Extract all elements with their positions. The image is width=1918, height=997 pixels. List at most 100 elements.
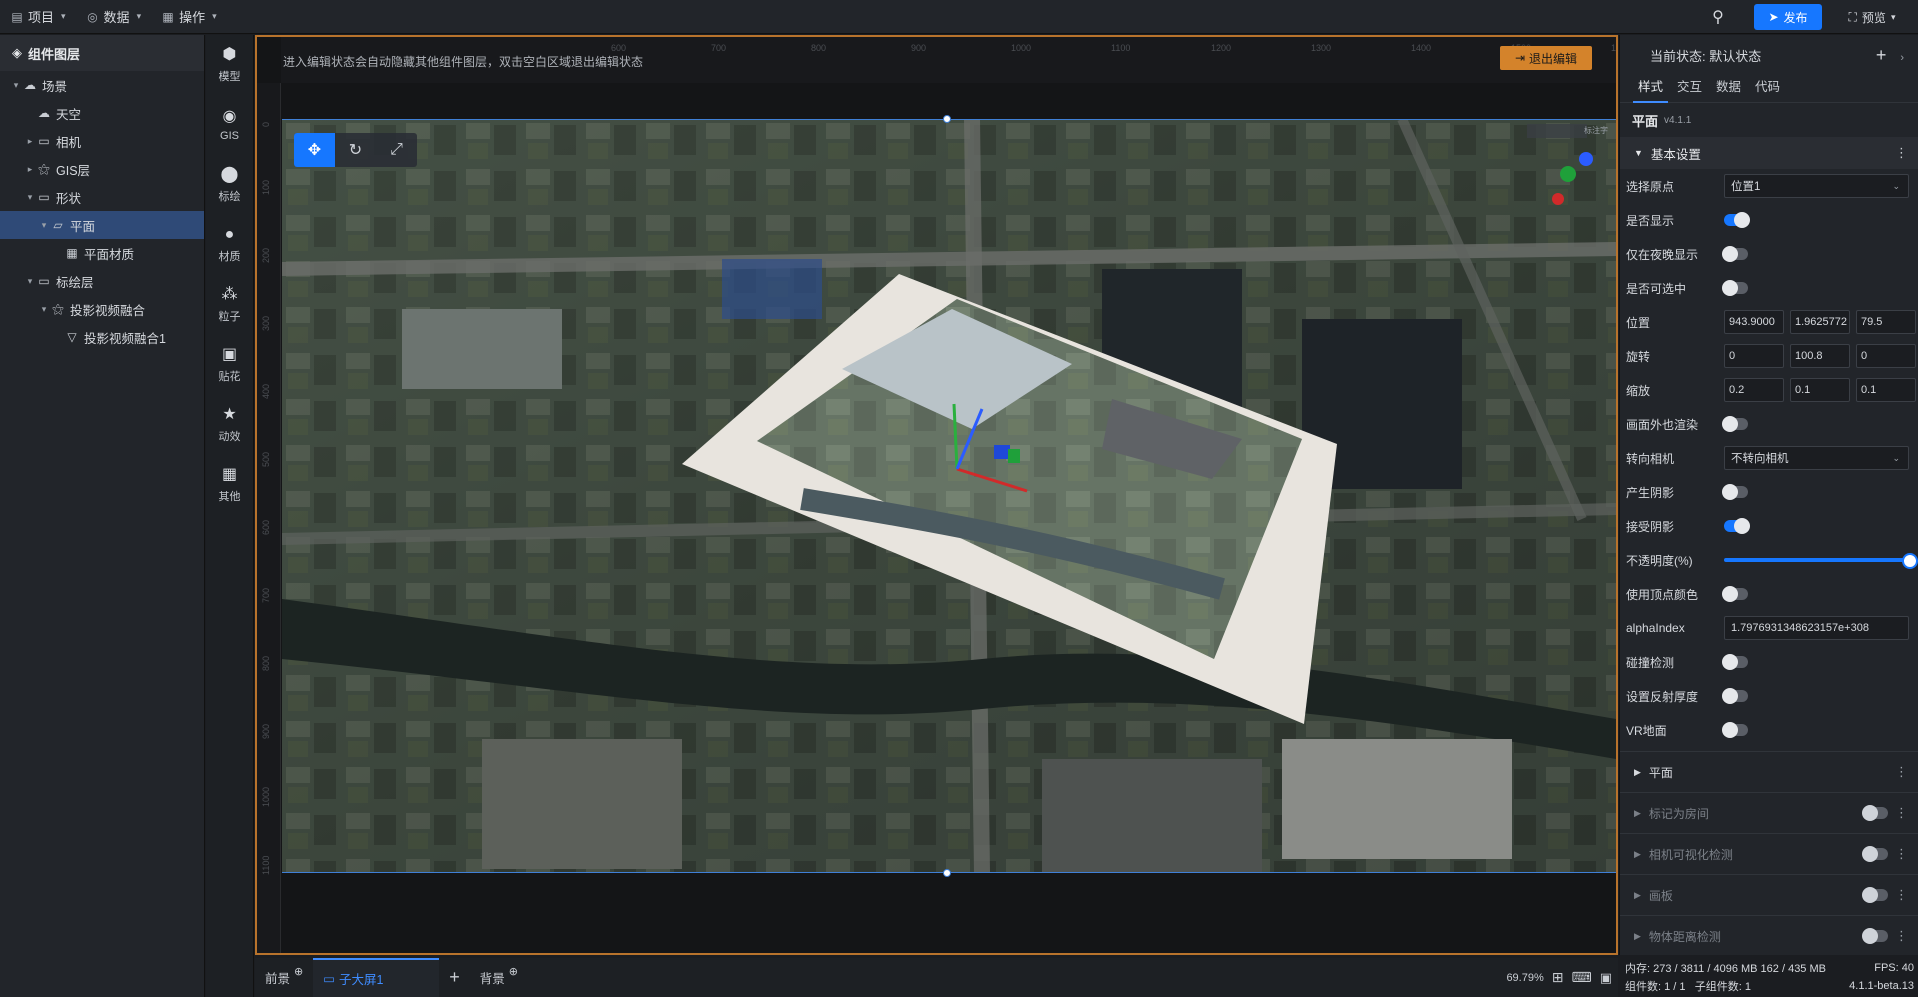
collapsed-section[interactable]: ▶ 平面 ⋮ [1620, 751, 1918, 792]
vertex-color-toggle[interactable] [1722, 586, 1748, 602]
menu-project[interactable]: ▤ 项目 ▾ [0, 0, 76, 34]
resize-handle-top[interactable] [943, 115, 951, 123]
layer-item[interactable]: ▸ ⚝ GIS层 [0, 155, 204, 183]
more-icon[interactable]: ⋮ [1895, 145, 1908, 161]
layer-item[interactable]: ▾ ▭ 标绘层 [0, 267, 204, 295]
section-toggle[interactable] [1862, 928, 1888, 944]
search-icon[interactable]: ⚲ [1706, 5, 1730, 29]
offscreen-toggle[interactable] [1722, 416, 1748, 432]
night-only-toggle[interactable] [1722, 246, 1748, 262]
section-toggle[interactable] [1862, 846, 1888, 862]
layer-item[interactable]: ▾ ⚝ 投影视频融合 [0, 295, 204, 323]
tool-item[interactable]: ▦ 其他 [206, 455, 253, 515]
receive-shadow-toggle[interactable] [1724, 518, 1750, 534]
scale-z-input[interactable]: 0.1 [1856, 378, 1916, 402]
tool-item[interactable]: ▣ 贴花 [206, 335, 253, 395]
menu-operate[interactable]: ▦ 操作 ▾ [151, 0, 227, 34]
tab-style[interactable]: 样式 [1632, 76, 1669, 103]
state-value[interactable]: 默认状态 [1709, 49, 1761, 64]
expand-arrow-icon[interactable]: ▾ [38, 304, 50, 315]
publish-button[interactable]: ➤ 发布 [1754, 4, 1822, 30]
layer-item[interactable]: ▽ 投影视频融合1 [0, 323, 204, 351]
more-icon[interactable]: ⋮ [1895, 928, 1908, 944]
tool-item[interactable]: ⁂ 粒子 [206, 275, 253, 335]
tab-interaction[interactable]: 交互 [1677, 76, 1702, 102]
expand-arrow-icon[interactable]: ▾ [24, 192, 36, 203]
expand-arrow-icon[interactable]: ▾ [24, 276, 36, 287]
reflect-toggle[interactable] [1722, 688, 1748, 704]
add-tab-button[interactable]: + [439, 958, 470, 997]
rotation-x-input[interactable]: 0 [1724, 344, 1784, 368]
tab-sub-screen[interactable]: ▭ 子大屏1 [313, 958, 440, 997]
add-state-icon[interactable]: + [1876, 45, 1887, 65]
layer-item[interactable]: ▸ ▭ 相机 [0, 127, 204, 155]
section-toggle[interactable] [1862, 805, 1888, 821]
chevron-right-icon[interactable]: › [1900, 52, 1904, 64]
tab-data[interactable]: 数据 [1716, 76, 1741, 102]
add-circle-icon[interactable]: ⊕ [509, 965, 518, 978]
position-z-input[interactable]: 79.5 [1856, 310, 1916, 334]
opacity-slider[interactable] [1724, 553, 1918, 569]
position-x-input[interactable]: 943.9000 [1724, 310, 1784, 334]
tab-background[interactable]: 背景 ⊕ [470, 958, 528, 997]
scene-badge: 标注字 [1584, 126, 1608, 135]
cast-shadow-toggle[interactable] [1722, 484, 1748, 500]
face-camera-select[interactable]: 不转向相机 ⌄ [1724, 446, 1909, 470]
scale-x-input[interactable]: 0.2 [1724, 378, 1784, 402]
preview-button[interactable]: ⛶ 预览 ▾ [1832, 4, 1912, 30]
move-tool-icon[interactable]: ✥ [294, 133, 335, 167]
more-icon[interactable]: ⋮ [1895, 764, 1908, 780]
fit-screen-icon[interactable]: ⊞ [1552, 969, 1564, 986]
rotation-y-input[interactable]: 100.8 [1790, 344, 1850, 368]
expand-arrow-icon[interactable]: ▸ [24, 136, 36, 147]
expand-arrow-icon[interactable]: ▾ [10, 80, 22, 91]
terminal-icon[interactable]: ▣ [1600, 970, 1612, 986]
tab-foreground[interactable]: 前景 ⊕ [255, 958, 313, 997]
keyboard-icon[interactable]: ⌨ [1571, 969, 1591, 986]
tool-item[interactable]: ★ 动效 [206, 395, 253, 455]
section-toggle[interactable] [1862, 887, 1888, 903]
ruler-tick: 1300 [1311, 43, 1332, 53]
section-basic-settings[interactable]: ▼ 基本设置 ⋮ [1620, 137, 1918, 169]
tool-item[interactable]: ◉ GIS [206, 95, 253, 155]
ruler-tick: 1100 [1111, 43, 1131, 53]
visible-toggle[interactable] [1724, 212, 1750, 228]
add-circle-icon[interactable]: ⊕ [294, 965, 303, 978]
menu-data[interactable]: ◎ 数据 ▾ [76, 0, 152, 34]
scale-tool-icon[interactable]: ⤢ [376, 133, 417, 167]
collision-toggle[interactable] [1722, 654, 1748, 670]
expand-arrow-icon[interactable]: ▾ [38, 220, 50, 231]
editor-canvas[interactable]: 6007008009001000110012001300140015001600… [255, 35, 1618, 955]
rotation-z-input[interactable]: 0 [1856, 344, 1916, 368]
layer-item[interactable]: ▾ ▭ 形状 [0, 183, 204, 211]
layer-item[interactable]: ▾ ▱ 平面 [0, 211, 204, 239]
more-icon[interactable]: ⋮ [1895, 887, 1908, 903]
expand-arrow-icon[interactable]: ▸ [24, 164, 36, 175]
zoom-level[interactable]: 69.79% [1506, 972, 1543, 984]
layer-item[interactable]: ☁ 天空 [0, 99, 204, 127]
alpha-index-input[interactable]: 1.7976931348623157e+308 [1724, 616, 1909, 640]
resize-handle-bottom[interactable] [943, 869, 951, 877]
3d-scene-view[interactable] [282, 119, 1616, 873]
vr-ground-toggle[interactable] [1722, 722, 1748, 738]
collapsed-section[interactable]: ▶ 标记为房间 ⋮ [1620, 792, 1918, 833]
scale-y-input[interactable]: 0.1 [1790, 378, 1850, 402]
more-icon[interactable]: ⋮ [1895, 846, 1908, 862]
tab-foreground-label: 前景 [265, 972, 291, 986]
collapsed-section[interactable]: ▶ 画板 ⋮ [1620, 874, 1918, 915]
selectable-toggle[interactable] [1722, 280, 1748, 296]
tool-item[interactable]: ● 材质 [206, 215, 253, 275]
tool-item[interactable]: ⬢ 模型 [206, 35, 253, 95]
origin-select[interactable]: 位置1 ⌄ [1724, 174, 1909, 198]
rotate-tool-icon[interactable]: ↻ [335, 133, 376, 167]
collapsed-section[interactable]: ▶ 物体距离检测 ⋮ [1620, 915, 1918, 955]
collapsed-section[interactable]: ▶ 相机可视化检测 ⋮ [1620, 833, 1918, 874]
position-y-input[interactable]: 1.9625772 [1790, 310, 1850, 334]
visible-label: 是否显示 [1626, 213, 1675, 228]
more-icon[interactable]: ⋮ [1895, 805, 1908, 821]
layer-item[interactable]: ▦ 平面材质 [0, 239, 204, 267]
layer-item[interactable]: ▾ ☁ 场景 [0, 71, 204, 99]
tab-code[interactable]: 代码 [1755, 76, 1780, 102]
tool-item[interactable]: ⬤ 标绘 [206, 155, 253, 215]
exit-edit-button[interactable]: ⇥ 退出编辑 [1500, 46, 1592, 70]
